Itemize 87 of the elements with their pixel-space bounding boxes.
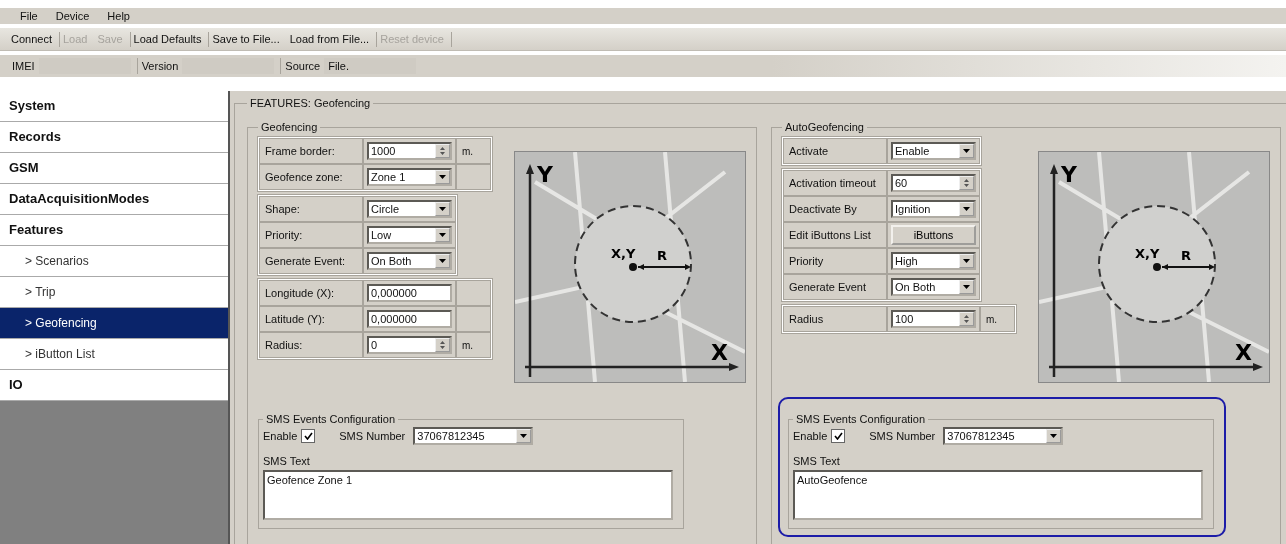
dropdown-arrow-icon: [439, 259, 446, 263]
dropdown-arrow-icon: [439, 175, 446, 179]
field-label: Activation timeout: [783, 170, 887, 196]
checkmark-icon: [833, 432, 843, 440]
group-title: AutoGeofencing: [784, 121, 865, 133]
dropdown-field[interactable]: Low: [367, 226, 452, 244]
enable-checkbox[interactable]: [831, 429, 846, 443]
unit-label: m.: [980, 306, 1015, 332]
sms-number-label: SMS Number: [339, 430, 406, 442]
spin-arrows-icon: [440, 340, 445, 350]
sms-number-label: SMS Number: [869, 430, 936, 442]
spin-field[interactable]: 1000: [367, 142, 452, 160]
sms-number-dropdown[interactable]: 37067812345: [943, 427, 1064, 445]
spin-field[interactable]: 60: [891, 174, 976, 192]
field-label: Radius:: [259, 332, 363, 358]
field-label: Edit iButtons List: [783, 222, 887, 248]
group-title: Geofencing: [260, 121, 319, 133]
sms-text-field[interactable]: Geofence Zone 1: [263, 470, 673, 520]
spin-field[interactable]: 100: [891, 310, 976, 328]
enable-label: Enable: [263, 430, 298, 442]
toolbar-button[interactable]: Connect: [11, 33, 52, 45]
field-label: Generate Event:: [259, 248, 363, 274]
unit-label: m.: [456, 332, 491, 358]
sidebar-item[interactable]: System: [0, 91, 228, 122]
checkmark-icon: [303, 432, 313, 440]
sidebar-item[interactable]: Records: [0, 122, 228, 153]
sidebar-item[interactable]: > Scenarios: [0, 246, 228, 277]
dropdown-arrow-icon: [963, 207, 970, 211]
sidebar-item[interactable]: IO: [0, 370, 228, 401]
sms-number-dropdown[interactable]: 37067812345: [413, 427, 534, 445]
dropdown-field[interactable]: On Both: [891, 278, 976, 296]
enable-checkbox[interactable]: [301, 429, 316, 443]
dropdown-arrow-icon: [963, 259, 970, 263]
field-label: Deactivate By: [783, 196, 887, 222]
dropdown-field[interactable]: Ignition: [891, 200, 976, 218]
spin-arrows-icon: [440, 146, 445, 156]
field-label: Shape:: [259, 196, 363, 222]
dropdown-arrow-icon: [439, 233, 446, 237]
field-label: Activate: [783, 138, 887, 164]
dropdown-field[interactable]: On Both: [367, 252, 452, 270]
field-label: Priority:: [259, 222, 363, 248]
field-label: Longitude (X):: [259, 280, 363, 306]
unit-label: m.: [456, 138, 491, 164]
dropdown-field[interactable]: Circle: [367, 200, 452, 218]
toolbar-button[interactable]: Save to File...: [212, 33, 280, 45]
ibuttons-button[interactable]: iButtons: [891, 225, 976, 245]
dropdown-arrow-icon: [520, 434, 528, 438]
dropdown-arrow-icon: [439, 207, 446, 211]
dropdown-arrow-icon: [963, 285, 970, 289]
group-title: SMS Events Configuration: [795, 413, 926, 425]
info-field: File.: [324, 58, 417, 74]
sidebar-item[interactable]: > iButton List: [0, 339, 228, 370]
menu-item[interactable]: Help: [107, 10, 130, 22]
group-title: SMS Events Configuration: [265, 413, 396, 425]
input-field[interactable]: 0,000000: [367, 284, 452, 302]
spin-field[interactable]: 0: [367, 336, 452, 354]
sidebar-item[interactable]: DataAcquisitionModes: [0, 184, 228, 215]
sms-text-label: SMS Text: [263, 455, 311, 467]
spin-arrows-icon: [964, 178, 969, 188]
dropdown-arrow-icon: [1050, 434, 1058, 438]
sidebar-item[interactable]: GSM: [0, 153, 228, 184]
sidebar-item[interactable]: Features: [0, 215, 228, 246]
dropdown-field[interactable]: Enable: [891, 142, 976, 160]
menu-item[interactable]: File: [20, 10, 38, 22]
geofence-diagram-drawing: Y X X,Y R: [1039, 152, 1269, 382]
toolbar-button[interactable]: Load Defaults: [133, 33, 202, 45]
sidebar-item[interactable]: > Geofencing: [0, 308, 228, 339]
field-label: Priority: [783, 248, 887, 274]
sms-text-field[interactable]: AutoGeofence: [793, 470, 1203, 520]
spin-arrows-icon: [964, 314, 969, 324]
sms-text-label: SMS Text: [793, 455, 841, 467]
dropdown-field[interactable]: High: [891, 252, 976, 270]
dropdown-field[interactable]: Zone 1: [367, 168, 452, 186]
dropdown-arrow-icon: [963, 149, 970, 153]
field-label: Radius: [783, 306, 887, 332]
toolbar-button[interactable]: Load from File...: [289, 33, 370, 45]
geofence-diagram-drawing: Y X X,Y R: [515, 152, 745, 382]
input-field[interactable]: 0,000000: [367, 310, 452, 328]
field-label: Generate Event: [783, 274, 887, 300]
field-label: Frame border:: [259, 138, 363, 164]
sidebar-item[interactable]: > Trip: [0, 277, 228, 308]
field-label: Latitude (Y):: [259, 306, 363, 332]
field-label: Geofence zone:: [259, 164, 363, 190]
enable-label: Enable: [793, 430, 828, 442]
menu-item[interactable]: Device: [55, 10, 90, 22]
panel-title: FEATURES: Geofencing: [249, 97, 372, 109]
info-label: IMEI: [11, 59, 36, 74]
